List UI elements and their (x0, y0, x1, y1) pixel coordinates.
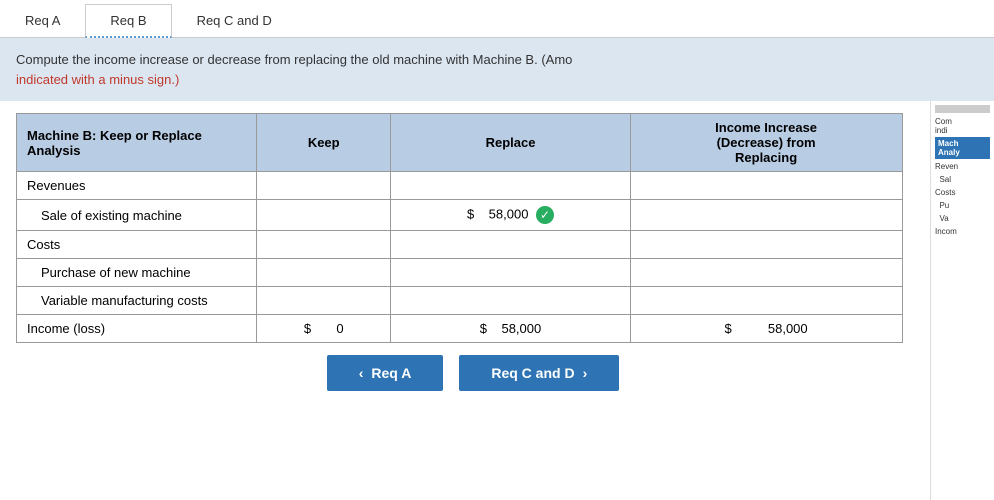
side-panel-row: Sal (935, 174, 990, 185)
col-header-analysis: Machine B: Keep or ReplaceAnalysis (17, 114, 257, 172)
main-content: Machine B: Keep or ReplaceAnalysis Keep … (0, 101, 994, 500)
side-panel-gray-bar (935, 105, 990, 113)
bottom-nav: ‹ Req A Req C and D › (16, 343, 930, 403)
row-label-variable: Variable manufacturing costs (17, 287, 257, 315)
next-icon: › (583, 365, 588, 381)
tab-req-b[interactable]: Req B (85, 4, 171, 38)
prev-icon: ‹ (359, 365, 364, 381)
row-label-costs: Costs (17, 231, 257, 259)
row-keep-costs[interactable] (257, 231, 391, 259)
table-row: Sale of existing machine $ 58,000 ✓ (17, 200, 903, 231)
row-income-revenues[interactable] (630, 172, 902, 200)
row-replace-purchase[interactable] (391, 259, 630, 287)
row-keep-total[interactable]: $ 0 (257, 315, 391, 343)
tab-req-c-d[interactable]: Req C and D (172, 4, 297, 37)
currency-symbol: $ (467, 206, 474, 221)
row-income-purchase[interactable] (630, 259, 902, 287)
replace-currency: $ (480, 321, 487, 336)
row-replace-revenues[interactable] (391, 172, 630, 200)
row-keep-revenues[interactable] (257, 172, 391, 200)
row-income-costs[interactable] (630, 231, 902, 259)
col-header-income: Income Increase(Decrease) fromReplacing (630, 114, 902, 172)
row-replace-total[interactable]: $ 58,000 (391, 315, 630, 343)
table-row-total: Income (loss) $ 0 $ 58,000 $ 58,000 (17, 315, 903, 343)
analysis-table: Machine B: Keep or ReplaceAnalysis Keep … (16, 113, 903, 343)
side-panel-row: Va (935, 213, 990, 224)
row-income-total[interactable]: $ 58,000 (630, 315, 902, 343)
table-row: Costs (17, 231, 903, 259)
row-replace-costs[interactable] (391, 231, 630, 259)
instruction-main: Compute the income increase or decrease … (16, 52, 572, 67)
row-label-income-loss: Income (loss) (17, 315, 257, 343)
check-icon: ✓ (536, 206, 554, 224)
side-panel: Comindi MachAnaly Reven Sal Costs Pu Va … (930, 101, 994, 500)
keep-currency: $ (304, 321, 311, 336)
side-panel-row: Reven (935, 161, 990, 172)
side-panel-blue: MachAnaly (935, 137, 990, 159)
tabs-bar: Req A Req B Req C and D (0, 0, 994, 38)
row-keep-sale[interactable] (257, 200, 391, 231)
col-header-replace: Replace (391, 114, 630, 172)
side-panel-row: Costs (935, 187, 990, 198)
prev-label: Req A (371, 365, 411, 381)
next-button[interactable]: Req C and D › (459, 355, 619, 391)
row-replace-variable[interactable] (391, 287, 630, 315)
income-currency: $ (725, 321, 732, 336)
side-panel-title: Comindi (935, 117, 990, 135)
row-replace-sale[interactable]: $ 58,000 ✓ (391, 200, 630, 231)
side-panel-row: Incom (935, 226, 990, 237)
instruction-banner: Compute the income increase or decrease … (0, 38, 994, 101)
side-panel-row: Pu (935, 200, 990, 211)
table-row: Variable manufacturing costs (17, 287, 903, 315)
prev-button[interactable]: ‹ Req A (327, 355, 444, 391)
row-label-revenues: Revenues (17, 172, 257, 200)
row-income-variable[interactable] (630, 287, 902, 315)
table-row: Revenues (17, 172, 903, 200)
table-row: Purchase of new machine (17, 259, 903, 287)
row-keep-purchase[interactable] (257, 259, 391, 287)
next-label: Req C and D (491, 365, 574, 381)
table-area: Machine B: Keep or ReplaceAnalysis Keep … (0, 101, 930, 500)
row-label-purchase: Purchase of new machine (17, 259, 257, 287)
row-label-sale: Sale of existing machine (17, 200, 257, 231)
row-keep-variable[interactable] (257, 287, 391, 315)
instruction-red: indicated with a minus sign.) (16, 72, 179, 87)
tab-req-a[interactable]: Req A (0, 4, 85, 37)
col-header-keep: Keep (257, 114, 391, 172)
row-income-sale[interactable] (630, 200, 902, 231)
